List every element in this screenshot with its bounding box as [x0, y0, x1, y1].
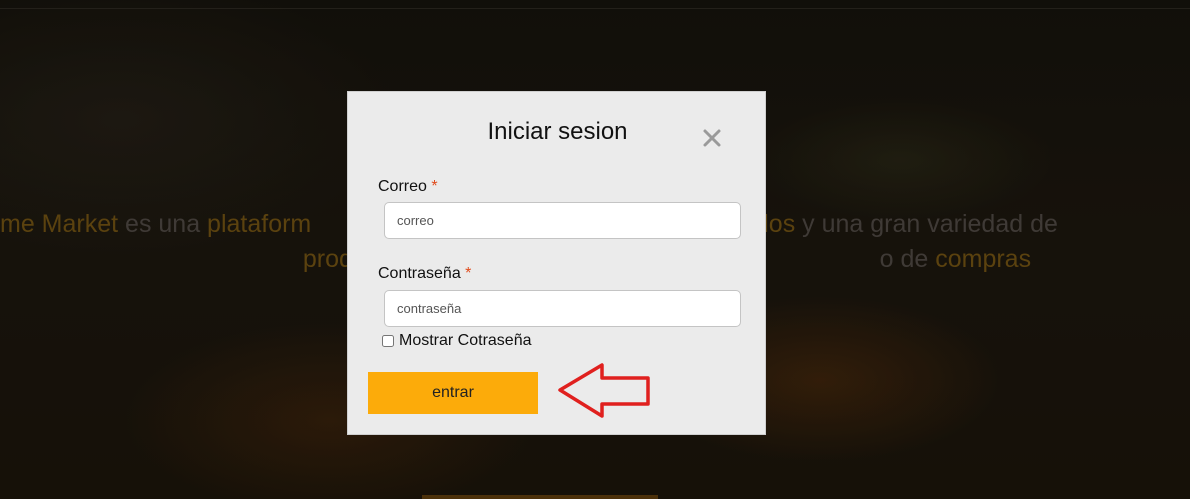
password-input[interactable] [384, 290, 741, 327]
email-input[interactable] [384, 202, 741, 239]
show-password-label: Mostrar Cotraseña [399, 332, 532, 349]
submit-button[interactable]: entrar [368, 372, 538, 414]
email-label: Correo * [378, 178, 438, 196]
arrow-left-icon [558, 363, 650, 418]
show-password-checkbox[interactable] [382, 335, 394, 347]
show-password-row[interactable]: Mostrar Cotraseña [382, 332, 532, 350]
password-label-text: Contraseña [378, 265, 461, 282]
close-icon [703, 129, 721, 147]
required-mark: * [465, 265, 472, 282]
close-button[interactable] [700, 126, 724, 150]
password-label: Contraseña * [378, 265, 471, 283]
email-label-text: Correo [378, 178, 427, 195]
required-mark: * [431, 178, 438, 195]
